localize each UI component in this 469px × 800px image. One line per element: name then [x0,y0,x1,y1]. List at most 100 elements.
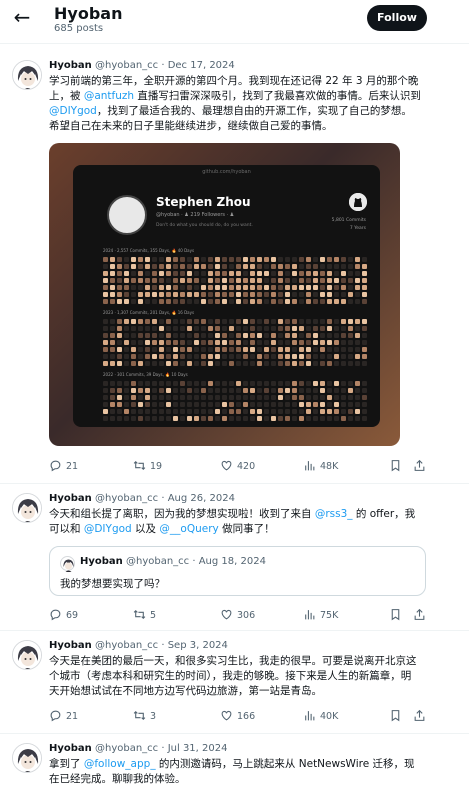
contribution-cell [173,354,178,359]
tweet-media-image[interactable]: github.com/hyoban Stephen Zhou @hyoban ·… [49,143,400,446]
mention-link[interactable]: @__oQuery [159,523,218,535]
contribution-cell [187,292,192,297]
contribution-cell [117,319,122,324]
handle-date[interactable]: @hyoban_cc · Jul 31, 2024 [95,743,228,754]
bookmark-button[interactable] [389,459,406,475]
avatar[interactable] [12,493,42,523]
contribution-cell [292,340,297,345]
contribution-cell [215,285,220,290]
views-button[interactable]: 40K [303,709,338,725]
reply-button[interactable]: 21 [49,709,78,725]
contribution-cell [313,264,318,269]
contribution-cell [250,285,255,290]
repost-button[interactable]: 3 [133,709,156,725]
author-name[interactable]: Hyoban [49,743,92,754]
contribution-cell [159,271,164,276]
handle-date[interactable]: @hyoban_cc · Aug 26, 2024 [95,493,235,504]
tweet-meta: Hyoban @hyoban_cc · Dec 17, 2024 [49,60,235,71]
repost-button[interactable]: 19 [133,459,162,475]
contribution-cell [117,292,122,297]
author-name[interactable]: Hyoban [49,640,92,651]
tweet[interactable]: Hyoban @hyoban_cc · Jul 31, 2024 拿到了 @fo… [0,734,469,800]
contribution-cell [152,326,157,331]
contribution-cell [243,409,248,414]
quoted-tweet[interactable]: Hyoban @hyoban_cc · Aug 18, 2024 我的梦想要实现… [49,546,426,596]
contribution-cell [180,292,185,297]
contribution-cell [124,354,129,359]
contribution-cell [320,285,325,290]
contribution-cell [341,354,346,359]
contribution-cell [313,381,318,386]
contribution-cell [236,319,241,324]
contribution-cell [194,354,199,359]
contribution-cell [341,347,346,352]
handle-date[interactable]: @hyoban_cc · Sep 3, 2024 [95,640,228,651]
views-button[interactable]: 48K [303,459,338,475]
like-button[interactable]: 420 [220,459,255,475]
contribution-cell [320,388,325,393]
contribution-cell [264,333,269,338]
contribution-cell [201,271,206,276]
contribution-cell [110,257,115,262]
contribution-cell [173,278,178,283]
contribution-cell [152,271,157,276]
repost-button[interactable]: 5 [133,608,156,624]
contribution-cell [145,381,150,386]
views-button[interactable]: 75K [303,608,338,624]
like-count: 306 [237,610,256,621]
contribution-cell [166,278,171,283]
contribution-cell [285,278,290,283]
contribution-cell [334,285,339,290]
arrow-left-icon[interactable]: ← [8,6,36,28]
contribution-cell [215,340,220,345]
contribution-cell [292,333,297,338]
mention-link[interactable]: @DIYgod [84,523,132,535]
contribution-cell [355,361,360,366]
avatar[interactable] [12,743,42,773]
handle-date[interactable]: @hyoban_cc · Dec 17, 2024 [95,60,235,71]
tweet[interactable]: Hyoban @hyoban_cc · Sep 3, 2024 今天是在美团的最… [0,631,469,734]
mention-link[interactable]: @DIYgod [49,105,97,117]
tweet[interactable]: Hyoban @hyoban_cc · Dec 17, 2024 学习前端的第三… [0,51,469,484]
follow-button[interactable]: Follow [367,5,427,31]
contribution-cell [215,388,220,393]
contribution-cell [334,271,339,276]
contribution-cell [110,326,115,331]
mention-link[interactable]: @follow_app_ [84,758,156,770]
contribution-cell [271,409,276,414]
bookmark-button[interactable] [389,608,406,624]
contribution-cell [103,292,108,297]
contribution-cell [187,416,192,421]
avatar[interactable] [12,640,42,670]
contribution-cell [257,361,262,366]
reply-button[interactable]: 69 [49,608,78,624]
share-button[interactable] [413,709,430,725]
contribution-cell [215,395,220,400]
contribution-cell [348,347,353,352]
mention-link[interactable]: @antfuzh [84,90,134,102]
contribution-cell [257,299,262,304]
contribution-cell [159,409,164,414]
author-name[interactable]: Hyoban [49,60,92,71]
avatar[interactable] [12,60,42,90]
contribution-cell [180,333,185,338]
share-button[interactable] [413,608,430,624]
contribution-cell [299,271,304,276]
author-name[interactable]: Hyoban [49,493,92,504]
like-button[interactable]: 166 [220,709,255,725]
contribution-cell [138,271,143,276]
contribution-cell [320,292,325,297]
contribution-cell [131,257,136,262]
avatar-anime-icon [13,744,41,772]
like-button[interactable]: 306 [220,608,255,624]
contribution-cell [145,395,150,400]
contribution-cell [271,361,276,366]
contribution-cell [271,326,276,331]
contribution-cell [292,354,297,359]
mention-link[interactable]: @rss3_ [315,508,353,520]
contribution-cell [110,271,115,276]
contribution-cell [299,333,304,338]
share-button[interactable] [413,459,430,475]
reply-button[interactable]: 21 [49,459,78,475]
bookmark-button[interactable] [389,709,406,725]
